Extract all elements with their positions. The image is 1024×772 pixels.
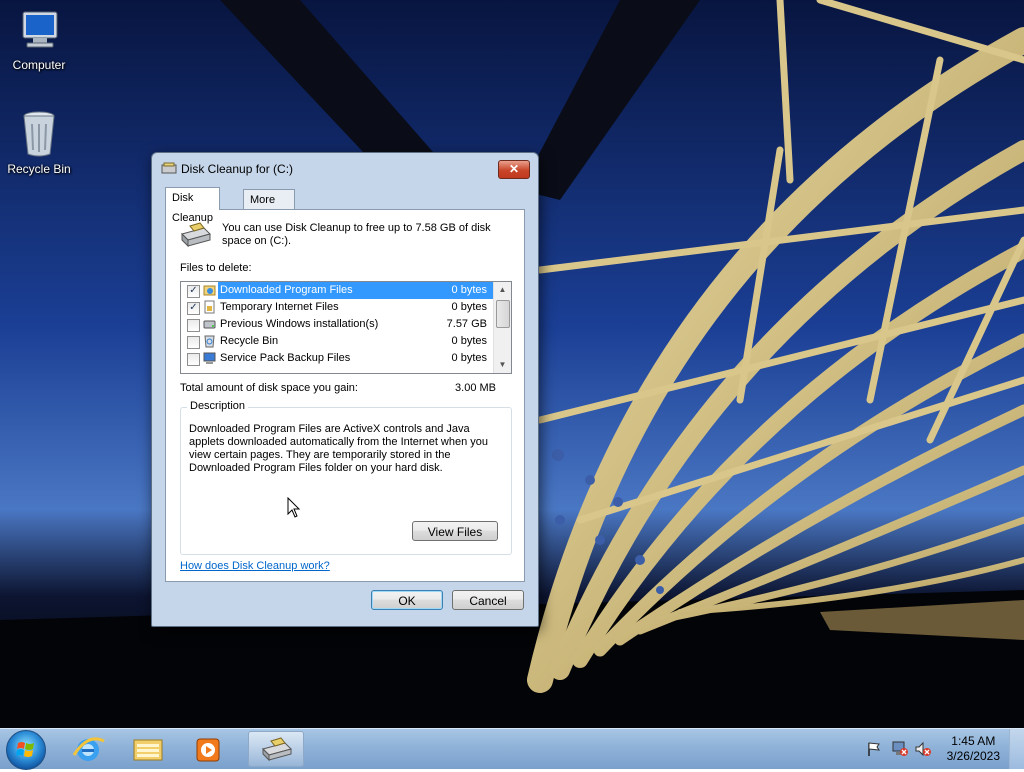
disk-icon <box>203 320 216 329</box>
recycle-bin-icon <box>23 111 55 157</box>
tab-more-options[interactable]: More Options <box>243 189 295 226</box>
media-player-icon <box>196 738 220 762</box>
list-item-recycle-bin[interactable]: Recycle Bin 0 bytes <box>181 333 493 350</box>
file-size: 7.57 GB <box>446 318 487 330</box>
scroll-thumb[interactable] <box>496 300 510 328</box>
start-button[interactable] <box>6 730 46 770</box>
file-name: Temporary Internet Files <box>220 301 339 313</box>
folder-globe-icon <box>203 285 216 296</box>
list-item-temporary-internet-files[interactable]: ✓ Temporary Internet Files 0 bytes <box>181 299 493 316</box>
show-desktop-button[interactable] <box>1009 729 1024 769</box>
desktop-icon-label: Recycle Bin <box>7 162 71 176</box>
file-name: Downloaded Program Files <box>220 284 353 296</box>
checkbox-recycle-bin[interactable] <box>187 336 200 349</box>
file-size: 0 bytes <box>451 284 487 296</box>
recycle-bin-icon <box>204 335 215 348</box>
clock-date: 3/26/2023 <box>946 749 1000 763</box>
network-icon[interactable] <box>891 741 909 757</box>
mouse-cursor-icon <box>287 497 301 518</box>
help-link[interactable]: How does Disk Cleanup work? <box>180 560 330 572</box>
desktop-icon-computer[interactable]: Computer <box>1 8 77 72</box>
computer-icon <box>22 11 58 48</box>
taskbar-item-disk-cleanup[interactable] <box>248 731 304 767</box>
description-text: Downloaded Program Files are ActiveX con… <box>189 423 489 474</box>
cancel-button[interactable]: Cancel <box>452 590 524 610</box>
scroll-down-arrow-icon[interactable]: ▼ <box>494 357 511 373</box>
list-scrollbar[interactable]: ▲ ▼ <box>493 282 511 373</box>
view-files-button[interactable]: View Files <box>412 521 498 541</box>
taskbar-item-media-player[interactable] <box>180 731 236 767</box>
description-group: Description Downloaded Program Files are… <box>180 400 512 555</box>
file-name: Previous Windows installation(s) <box>220 318 379 330</box>
action-center-flag-icon[interactable] <box>866 741 882 757</box>
desktop-icon-label: Computer <box>12 58 66 72</box>
close-button[interactable]: ✕ <box>498 160 530 179</box>
tab-disk-cleanup[interactable]: Disk Cleanup <box>165 187 220 224</box>
scroll-up-arrow-icon[interactable]: ▲ <box>494 282 511 298</box>
intro-text: You can use Disk Cleanup to free up to 7… <box>222 222 491 247</box>
files-to-delete-label: Files to delete: <box>180 262 252 274</box>
list-item-service-pack-backup-files[interactable]: Service Pack Backup Files 0 bytes <box>181 350 493 367</box>
list-item-previous-windows-installation[interactable]: Previous Windows installation(s) 7.57 GB <box>181 316 493 333</box>
files-to-delete-list[interactable]: ✓ Downloaded Program Files 0 bytes ✓ Tem… <box>180 281 512 374</box>
clock-time: 1:45 AM <box>951 734 996 748</box>
lock-file-icon <box>204 300 215 314</box>
file-explorer-icon <box>133 739 163 761</box>
computer-icon <box>203 352 216 364</box>
taskbar: 1:45 AM 3/26/2023 <box>0 728 1024 770</box>
checkbox-previous-windows-installation[interactable] <box>187 319 200 332</box>
close-icon: ✕ <box>508 162 520 176</box>
tab-label: Disk Cleanup <box>172 192 213 224</box>
file-size: 0 bytes <box>451 335 487 347</box>
disk-cleanup-dialog: Disk Cleanup for (C:) ✕ Disk Cleanup Mor… <box>151 152 539 627</box>
volume-muted-icon[interactable] <box>914 741 932 757</box>
title-bar[interactable]: Disk Cleanup for (C:) ✕ <box>152 153 538 183</box>
taskbar-item-internet-explorer[interactable] <box>60 731 116 767</box>
checkbox-temporary-internet-files[interactable]: ✓ <box>187 302 200 315</box>
windows-logo-icon <box>16 742 34 757</box>
dialog-title: Disk Cleanup for (C:) <box>181 162 294 176</box>
ok-button[interactable]: OK <box>371 590 443 610</box>
checkbox-service-pack-backup-files[interactable] <box>187 353 200 366</box>
disk-cleanup-icon <box>161 162 177 174</box>
total-space-value: 3.00 MB <box>455 382 496 394</box>
description-label: Description <box>187 400 249 412</box>
file-name: Recycle Bin <box>220 335 279 347</box>
tab-panel: You can use Disk Cleanup to free up to 7… <box>165 209 525 582</box>
disk-cleanup-icon <box>262 737 292 762</box>
file-name: Service Pack Backup Files <box>220 352 351 364</box>
checkbox-downloaded-program-files[interactable]: ✓ <box>187 285 200 298</box>
list-item-downloaded-program-files[interactable]: ✓ Downloaded Program Files 0 bytes <box>181 282 493 299</box>
total-space-label: Total amount of disk space you gain: <box>180 382 358 394</box>
internet-explorer-icon <box>72 737 105 761</box>
system-clock[interactable]: 1:45 AM 3/26/2023 <box>947 734 1000 764</box>
desktop-icon-recycle-bin[interactable]: Recycle Bin <box>1 110 77 176</box>
file-size: 0 bytes <box>451 352 487 364</box>
taskbar-item-file-explorer[interactable] <box>120 731 176 767</box>
file-size: 0 bytes <box>451 301 487 313</box>
